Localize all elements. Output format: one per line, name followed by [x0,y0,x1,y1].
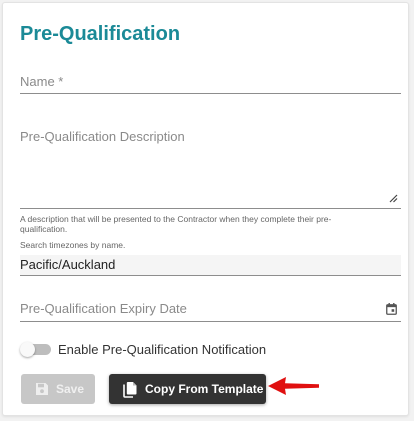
copy-from-template-button[interactable]: Copy From Template [109,374,266,404]
name-field[interactable]: Name * [20,74,63,89]
copy-button-label: Copy From Template [145,382,264,396]
description-field[interactable]: Pre-Qualification Description [20,129,185,144]
expiry-date-field[interactable]: Pre-Qualification Expiry Date [20,301,187,316]
description-help-line: qualification. [20,224,68,234]
notification-toggle[interactable] [20,342,51,357]
calendar-icon[interactable] [386,303,397,315]
timezone-input[interactable]: Pacific/Auckland [20,255,401,275]
toggle-knob [20,342,35,357]
notification-toggle-label: Enable Pre-Qualification Notification [58,342,267,357]
save-icon [35,382,49,396]
description-help-line: A description that will be presented to … [20,214,332,224]
page-title: Pre-Qualification [20,23,181,45]
timezone-underline [20,275,401,276]
expiry-date-underline [20,321,401,322]
name-field-underline [20,93,401,94]
resize-handle-icon[interactable] [388,193,398,203]
description-field-underline [20,208,401,209]
annotation-arrow [268,377,319,395]
description-help-text: A description that will be presented to … [20,214,398,234]
copy-icon [123,381,138,398]
save-button-label: Save [56,382,85,396]
pre-qualification-card: Pre-Qualification Name * Pre-Qualificati… [2,2,409,416]
timezone-hint: Search timezones by name. [20,240,126,250]
save-button[interactable]: Save [21,374,95,404]
